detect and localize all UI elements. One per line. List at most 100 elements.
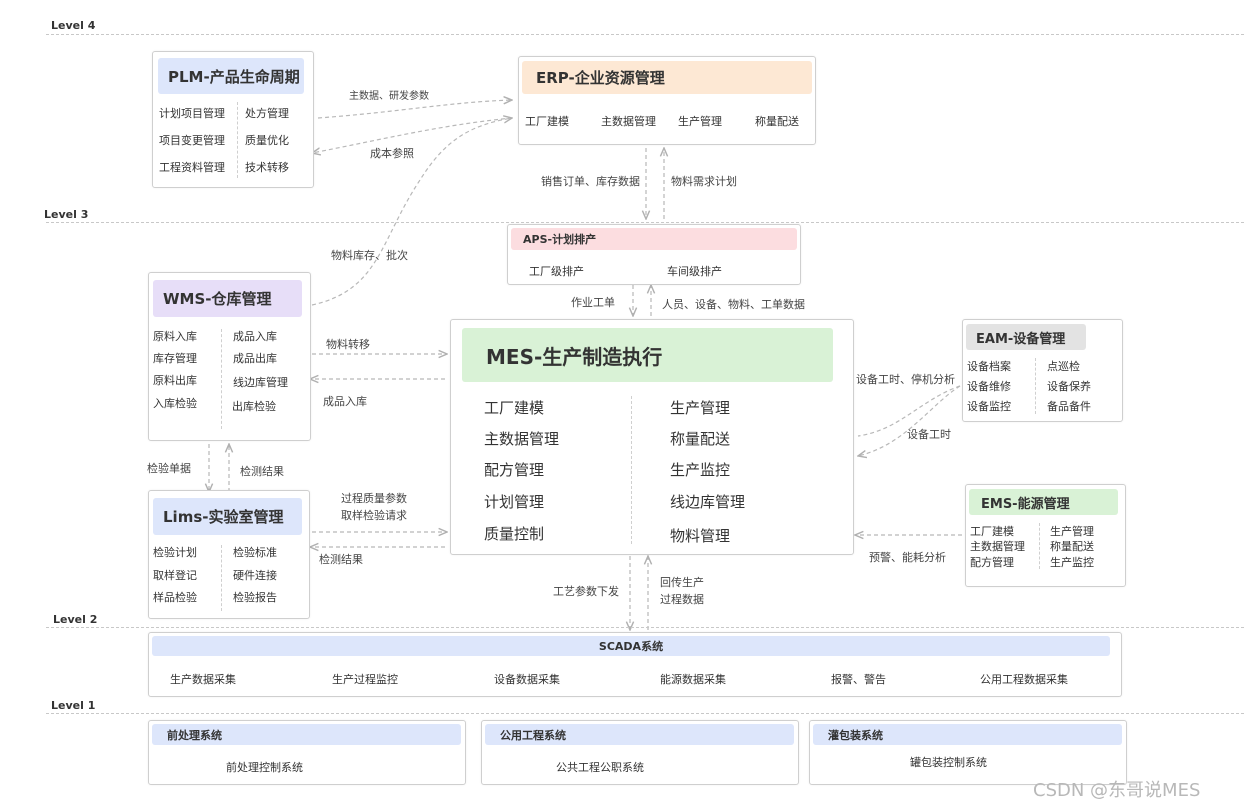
arrow-label: 物料转移: [326, 338, 370, 351]
lims-divider: [221, 545, 222, 611]
eam-title: EAM-设备管理: [966, 324, 1086, 350]
mes-box: MES-生产制造执行 工厂建模 主数据管理 配方管理 计划管理 质量控制 生产管…: [450, 319, 854, 555]
l1-packaging-item: 罐包装控制系统: [910, 756, 987, 769]
level-2-label: Level 2: [53, 613, 98, 626]
mes-item: 线边库管理: [670, 493, 746, 511]
mes-divider: [631, 396, 632, 544]
arrow-label: 回传生产: [660, 576, 704, 589]
l1-packaging-title: 灌包装系统: [813, 724, 1122, 745]
scada-item: 能源数据采集: [660, 673, 726, 686]
eam-item: 点巡检: [1047, 360, 1080, 373]
scada-item: 报警、警告: [831, 673, 886, 686]
wms-item: 成品入库: [233, 330, 277, 343]
wms-item: 成品出库: [233, 352, 277, 365]
eam-box: EAM-设备管理 设备档案 设备维修 设备监控 点巡检 设备保养 备品备件: [962, 319, 1123, 422]
wms-item: 出库检验: [232, 400, 276, 413]
arrow-label: 销售订单、库存数据: [541, 175, 640, 188]
l1-utility-title: 公用工程系统: [485, 724, 794, 745]
level-3-label: Level 3: [44, 208, 89, 221]
wms-box: WMS-仓库管理 原料入库 库存管理 原料出库 入库检验 成品入库 成品出库 线…: [148, 272, 311, 441]
mes-item: 物料管理: [670, 527, 731, 545]
eam-divider: [1035, 358, 1036, 414]
arrow-label: 人员、设备、物料、工单数据: [662, 298, 805, 311]
wms-item: 库存管理: [153, 352, 197, 365]
scada-item: 生产过程监控: [332, 673, 398, 686]
plm-item: 计划项目管理: [159, 107, 225, 120]
ems-item: 生产管理: [1050, 525, 1094, 538]
l1-pretreatment-box: 前处理系统 前处理控制系统: [148, 720, 466, 785]
ems-title: EMS-能源管理: [969, 489, 1118, 515]
watermark: CSDN @东哥说MES: [1033, 780, 1201, 801]
eam-item: 设备监控: [967, 400, 1011, 413]
eam-item: 设备维修: [967, 380, 1011, 393]
wms-item: 入库检验: [153, 397, 197, 410]
mes-item: 称量配送: [670, 430, 731, 448]
level-2-line: [46, 627, 1244, 628]
ems-item: 配方管理: [970, 556, 1014, 569]
arrow-label: 检测结果: [319, 553, 363, 566]
arrow-label: 设备工时: [907, 428, 951, 441]
ems-item: 称量配送: [1050, 540, 1094, 553]
ems-divider: [1039, 523, 1040, 569]
ems-box: EMS-能源管理 工厂建模 主数据管理 配方管理 生产管理 称量配送 生产监控: [965, 484, 1126, 587]
mes-item: 主数据管理: [484, 430, 560, 448]
plm-title: PLM-产品生命周期: [158, 58, 304, 94]
eam-item: 设备保养: [1047, 380, 1091, 393]
erp-item: 工厂建模: [525, 115, 569, 128]
ems-item: 生产监控: [1050, 556, 1094, 569]
arrow-label: 工艺参数下发: [553, 585, 619, 598]
eam-item: 设备档案: [967, 360, 1011, 373]
arrow-label: 成品入库: [323, 395, 367, 408]
plm-item: 工程资料管理: [159, 161, 225, 174]
arrow-label: 过程数据: [660, 593, 704, 606]
arrow-label: 物料需求计划: [671, 175, 737, 188]
lims-title: Lims-实验室管理: [153, 498, 302, 535]
aps-title: APS-计划排产: [511, 228, 797, 250]
wms-item: 原料入库: [153, 330, 197, 343]
arrow-label: 预警、能耗分析: [869, 551, 946, 564]
scada-item: 公用工程数据采集: [980, 673, 1068, 686]
wms-title: WMS-仓库管理: [153, 280, 302, 317]
arrow-label: 设备工时、停机分析: [856, 373, 955, 386]
l1-utility-box: 公用工程系统 公共工程公职系统: [481, 720, 799, 785]
arrow-plm-to-erp: [317, 100, 512, 119]
mes-title: MES-生产制造执行: [462, 328, 833, 382]
arrow-label: 过程质量参数: [341, 492, 407, 505]
l1-pretreatment-item: 前处理控制系统: [226, 761, 303, 774]
plm-item: 技术转移: [245, 161, 289, 174]
level-1-label: Level 1: [51, 699, 96, 712]
lims-item: 检验报告: [233, 591, 277, 604]
l1-utility-item: 公共工程公职系统: [556, 761, 644, 774]
arrow-label: 成本参照: [370, 147, 414, 160]
mes-item: 生产监控: [670, 461, 731, 479]
mes-item: 生产管理: [670, 399, 731, 417]
scada-item: 生产数据采集: [170, 673, 236, 686]
level-4-line: [46, 34, 1244, 35]
plm-item: 处方管理: [245, 107, 289, 120]
plm-box: PLM-产品生命周期 计划项目管理 项目变更管理 工程资料管理 处方管理 质量优…: [152, 51, 314, 188]
lims-item: 样品检验: [153, 591, 197, 604]
wms-divider: [221, 329, 222, 429]
plm-item: 质量优化: [245, 134, 289, 147]
level-4-label: Level 4: [51, 19, 96, 32]
scada-item: 设备数据采集: [494, 673, 560, 686]
lims-item: 硬件连接: [233, 569, 277, 582]
lims-item: 检验计划: [153, 546, 197, 559]
erp-item: 生产管理: [678, 115, 722, 128]
scada-box: SCADA系统 生产数据采集 生产过程监控 设备数据采集 能源数据采集 报警、警…: [148, 632, 1122, 697]
mes-item: 工厂建模: [484, 399, 545, 417]
lims-box: Lims-实验室管理 检验计划 取样登记 样品检验 检验标准 硬件连接 检验报告: [148, 490, 310, 619]
level-3-line: [46, 222, 1244, 223]
mes-item: 质量控制: [484, 525, 545, 543]
lims-item: 检验标准: [233, 546, 277, 559]
eam-item: 备品备件: [1047, 400, 1091, 413]
lims-item: 取样登记: [153, 569, 197, 582]
arrow-label: 取样检验请求: [341, 509, 407, 522]
l1-pretreatment-title: 前处理系统: [152, 724, 461, 745]
aps-box: APS-计划排产 工厂级排产 车间级排产: [507, 224, 801, 285]
ems-item: 工厂建模: [970, 525, 1014, 538]
wms-item: 原料出库: [153, 374, 197, 387]
erp-item: 主数据管理: [601, 115, 656, 128]
arrow-label: 物料库存、批次: [331, 249, 408, 262]
ems-item: 主数据管理: [970, 540, 1025, 553]
